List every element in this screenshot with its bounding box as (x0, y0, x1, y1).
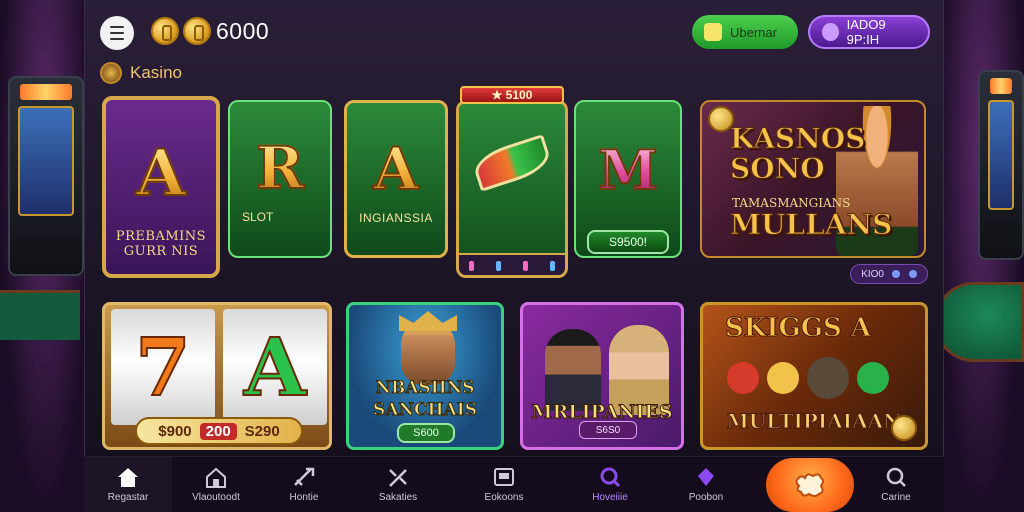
pager-label: KIO0 (861, 268, 884, 280)
nav-item-6[interactable]: Hoveiiie (560, 457, 660, 512)
tools-icon (389, 469, 407, 487)
nav-item-7[interactable]: Poobon (660, 457, 752, 512)
slot-machine-left (8, 76, 84, 276)
section-title: Kasino (130, 63, 182, 82)
card-title: MRLIPANIES (531, 401, 673, 424)
coin-icon (151, 17, 179, 45)
background-left (0, 0, 90, 512)
background-right (934, 0, 1024, 512)
bonus-button-label: Ubernar (730, 24, 777, 40)
nav-item-1[interactable]: Regastar (84, 457, 172, 512)
bonus-button[interactable]: Ubernar (692, 15, 798, 49)
game-card-kings[interactable]: SKIGGS A MULTIPIAIAAN (700, 302, 928, 450)
menu-button[interactable] (100, 16, 134, 50)
game-card-2[interactable]: R SLOT (228, 100, 332, 258)
nav-item-3[interactable]: Hontie (260, 457, 348, 512)
slot-game-card[interactable]: 7 A $900 200 S290 (102, 302, 332, 450)
featured-title: KASNOS SONO (729, 122, 866, 185)
promo-button-label: IADO9 9P:IH (846, 17, 886, 47)
roulette-icon (100, 62, 122, 84)
crown-icon (399, 311, 457, 331)
featured-nav-button[interactable] (766, 458, 854, 512)
card-play-button[interactable]: S9500! (587, 230, 669, 254)
featured-title-2: MULLANS (729, 208, 893, 242)
section-header: Kasino (100, 62, 182, 84)
gift-icon (704, 23, 722, 41)
card-progress-bar (459, 253, 565, 275)
coin-icon (891, 415, 917, 441)
card-caption: INGIANSSIA (359, 211, 433, 225)
character-portrait (545, 329, 601, 411)
card-letter: A (135, 135, 187, 212)
dot-icon (908, 270, 917, 278)
card-badge: ★ 5100 (460, 86, 564, 104)
reel: A (223, 309, 327, 425)
home-icon (118, 468, 138, 487)
symbol-row (727, 357, 889, 399)
puzzle-icon (795, 473, 824, 497)
card-letter: M (597, 137, 659, 203)
card-letter: R (255, 133, 305, 203)
card-play-button[interactable]: S600 (397, 423, 455, 443)
magnifier-icon (886, 467, 906, 487)
coin-icon-2 (183, 17, 211, 45)
card-caption: PREBAMINS GURR NIS (115, 229, 207, 259)
house-icon (206, 467, 226, 488)
game-card-5[interactable]: M S9500! (574, 100, 682, 258)
search-icon (600, 467, 621, 488)
leaf-icon (470, 134, 554, 192)
card-caption: SLOT (242, 210, 274, 224)
card-letter: A (372, 134, 419, 204)
slot-machine-right (978, 70, 1024, 260)
sword-icon (294, 467, 315, 486)
tv-icon (494, 468, 514, 486)
card-title: SKIGGS A (725, 313, 872, 344)
pager-tag[interactable]: KIO0 (850, 264, 928, 284)
nav-item-2[interactable]: Vlaoutoodt (172, 457, 260, 512)
game-card-4[interactable] (456, 100, 568, 278)
balance-value: 6000 (216, 18, 270, 44)
game-card-couple[interactable]: MRLIPANIES S6S0 (520, 302, 684, 450)
reel: 7 (111, 309, 215, 425)
jackpot-bar: $900 200 S290 (135, 417, 303, 445)
promo-button[interactable]: IADO9 9P:IH (808, 15, 930, 49)
card-play-button[interactable]: S6S0 (579, 421, 637, 439)
crystal-icon (698, 468, 714, 486)
game-card-featured[interactable]: KASNOS SONO TAMASMANGIANS MULLANS (700, 100, 926, 258)
table-left (0, 290, 80, 340)
nav-item-4[interactable]: Sakaties (348, 457, 448, 512)
game-card-1[interactable]: A PREBAMINS GURR NIS (102, 96, 220, 278)
game-card-3[interactable]: A INGIANSSIA (344, 100, 448, 258)
card-title: NBASIINS SANCHAIS (372, 378, 478, 421)
gem-icon (822, 23, 839, 41)
nav-item-5[interactable]: Eokoons (448, 457, 560, 512)
game-card-king[interactable]: NBASIINS SANCHAIS S600 (346, 302, 504, 450)
poker-table-right (934, 282, 1024, 362)
dot-icon (892, 270, 901, 278)
